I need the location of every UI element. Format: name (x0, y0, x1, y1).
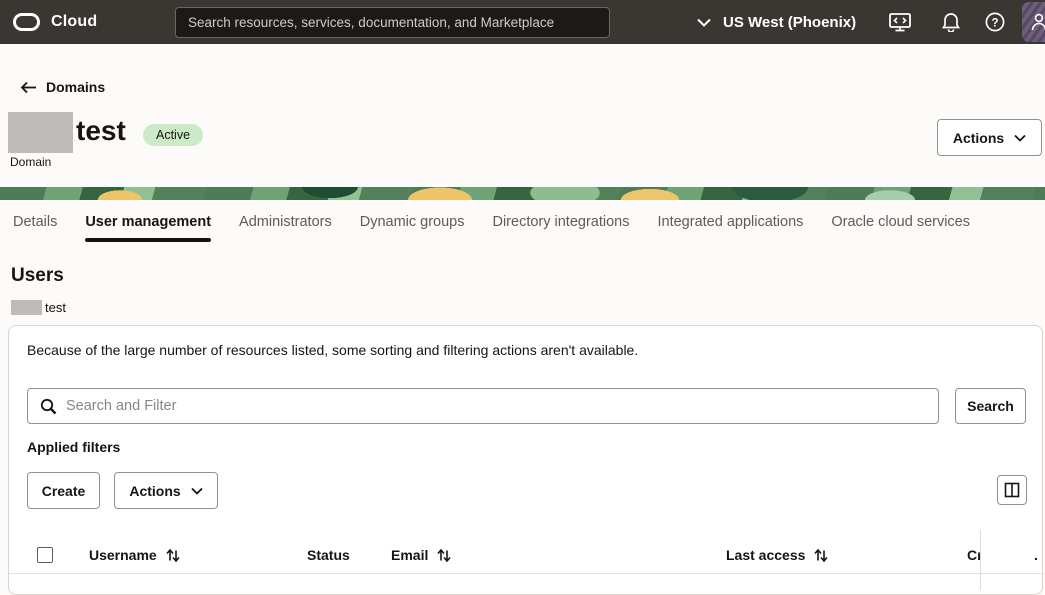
back-link-label: Domains (46, 79, 105, 95)
tab-oracle-cloud-services[interactable]: Oracle cloud services (831, 203, 970, 240)
column-header-username[interactable]: Username (89, 536, 180, 574)
status-badge: Active (143, 124, 203, 146)
column-header-status: Status (307, 536, 350, 574)
select-all-checkbox[interactable] (37, 547, 53, 563)
create-button-label: Create (42, 483, 86, 499)
tab-integrated-applications[interactable]: Integrated applications (657, 203, 803, 240)
sort-icon[interactable] (166, 548, 180, 563)
back-arrow-icon (20, 81, 37, 94)
applied-filters-label: Applied filters (27, 439, 120, 455)
tab-dynamic-groups[interactable]: Dynamic groups (360, 203, 465, 240)
bell-icon (942, 12, 960, 32)
search-and-filter-input[interactable] (27, 388, 939, 424)
person-icon (1031, 13, 1045, 31)
cloud-shell-icon (889, 13, 911, 32)
column-header-created-clipped[interactable]: Cr (967, 536, 980, 574)
help-button[interactable]: ? (985, 0, 1005, 44)
user-avatar[interactable] (1022, 2, 1045, 42)
column-label: Status (307, 547, 350, 563)
manage-columns-button[interactable] (997, 475, 1027, 505)
column-label: Cr (967, 547, 980, 563)
pinned-column-divider (980, 530, 981, 590)
column-label: Email (391, 547, 428, 563)
users-heading: Users (11, 265, 64, 287)
header-actions-button[interactable]: Actions (937, 119, 1042, 156)
oracle-logo-icon (13, 13, 40, 31)
chevron-down-icon (697, 18, 711, 27)
domain-caption: Domain (10, 155, 51, 169)
redacted-compartment-block (11, 300, 42, 315)
svg-text:?: ? (991, 17, 998, 29)
column-label: Last access (726, 547, 805, 563)
decorative-banner (0, 187, 1045, 200)
breadcrumb-back-domains[interactable]: Domains (20, 79, 105, 95)
region-selector[interactable]: US West (Phoenix) (697, 0, 856, 44)
column-label: Username (89, 547, 157, 563)
chevron-down-icon (1014, 134, 1026, 142)
column-label: . (1034, 547, 1038, 563)
column-header-last-access[interactable]: Last access (726, 536, 828, 574)
redacted-title-block (8, 112, 73, 153)
search-icon (40, 398, 57, 415)
cloud-shell-button[interactable] (889, 0, 911, 44)
users-list-card: Because of the large number of resources… (8, 325, 1043, 595)
search-button[interactable]: Search (955, 388, 1026, 424)
tab-user-management[interactable]: User management (85, 203, 211, 240)
chevron-down-icon (191, 487, 203, 495)
create-button[interactable]: Create (27, 472, 100, 509)
columns-icon (1004, 482, 1020, 498)
column-header-email[interactable]: Email (391, 536, 451, 574)
notifications-button[interactable] (942, 0, 960, 44)
tab-bar: Details User management Administrators D… (0, 203, 1045, 240)
tab-directory-integrations[interactable]: Directory integrations (492, 203, 629, 240)
global-search-input[interactable] (175, 7, 610, 38)
filter-input-wrap (27, 388, 939, 424)
help-icon: ? (985, 12, 1005, 32)
tab-administrators[interactable]: Administrators (239, 203, 332, 240)
header-actions-label: Actions (953, 130, 1004, 146)
brand-label: Cloud (51, 13, 97, 31)
list-notice: Because of the large number of resources… (27, 342, 638, 358)
column-header-overflow: . (1034, 536, 1038, 574)
list-actions-button[interactable]: Actions (114, 472, 218, 509)
table-header-row: Username Status Email (9, 536, 1044, 574)
sort-icon[interactable] (437, 548, 451, 563)
search-button-label: Search (967, 398, 1014, 414)
top-navbar: Cloud US West (Phoenix) ? (0, 0, 1045, 44)
page-title: test (76, 115, 126, 147)
compartment-label: test (45, 300, 66, 315)
tab-details[interactable]: Details (13, 203, 57, 240)
list-actions-label: Actions (129, 483, 180, 499)
compartment-row: test (8, 300, 66, 315)
oracle-cloud-logo[interactable]: Cloud (13, 13, 97, 31)
region-label: US West (Phoenix) (723, 14, 856, 31)
sort-icon[interactable] (814, 548, 828, 563)
